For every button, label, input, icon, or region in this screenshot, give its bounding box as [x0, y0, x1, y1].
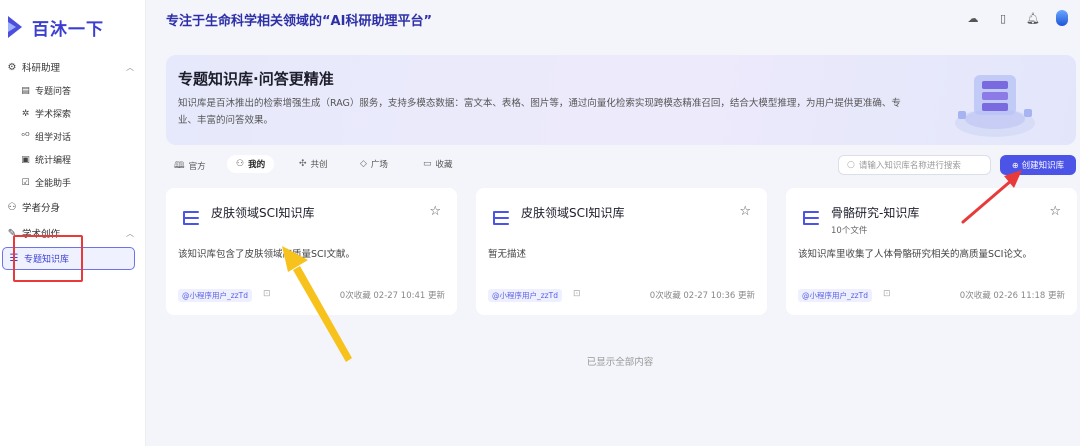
lock-icon: ⊡: [573, 289, 581, 299]
nav-group-research-label: 科研助理: [22, 63, 61, 74]
owner-tag: @小程序用户_zzTd: [178, 289, 252, 302]
bell-icon[interactable]: 🔔︎: [1026, 10, 1040, 26]
page-title: 专注于生命科学相关领域的“AI科研助理平台”: [166, 14, 432, 29]
database-icon: ☰: [9, 253, 19, 264]
sidebar-item-label: 学术探索: [35, 110, 72, 120]
card-meta: 0次收藏 02-27 10:36 更新: [649, 291, 755, 301]
sidebar-item-all-round-assistant[interactable]: ☑ 全能助手: [20, 176, 72, 190]
sidebar-item-omics-chat[interactable]: ᵒᴼ 组学对话: [20, 130, 72, 144]
nav-group-academic-writing-label: 学术创作: [22, 229, 61, 240]
card-title: 皮肤领域SCI知识库: [521, 206, 625, 220]
book-icon: 🕮︎: [174, 161, 185, 171]
user-icon: ⚇: [236, 159, 245, 169]
chat-icon: ᵒᴼ: [21, 131, 30, 142]
tab-label: 共创: [310, 160, 328, 170]
phone-icon[interactable]: ▯: [996, 10, 1010, 26]
banner-description: 知识库是百沐推出的检索增强生成（RAG）服务，支持多模态数据：富文本、表格、图片…: [178, 98, 901, 126]
person-icon: ⚇: [7, 201, 17, 213]
lock-icon: ⊡: [883, 289, 891, 299]
pen-icon: ✎: [7, 227, 17, 239]
tab-label: 官方: [188, 162, 206, 172]
star-icon[interactable]: ☆: [739, 204, 751, 219]
knowledge-base-icon: [803, 211, 819, 225]
cocreate-icon: ✣: [299, 159, 307, 169]
sidebar-item-academic-explore[interactable]: ✲ 学术探索: [20, 107, 72, 121]
header-toolbar: ☁ ▯ 🔔︎: [966, 10, 1068, 26]
knowledge-base-icon: [493, 211, 509, 225]
knowledge-base-icon: [183, 211, 199, 225]
sidebar-item-stat-programming[interactable]: ▣ 统计编程: [20, 153, 72, 167]
tab-square[interactable]: ◇ 广场: [360, 158, 388, 170]
card-meta: 0次收藏 02-27 10:41 更新: [339, 291, 445, 301]
card-title: 皮肤领域SCI知识库: [211, 206, 315, 220]
sidebar: 百沐一下 ⚙ 科研助理 ︿ ▤ 专题问答 ✲ 学术探索 ᵒᴼ 组学对话 ▣ 统计…: [0, 0, 146, 446]
tab-official[interactable]: 🕮︎ 官方: [174, 158, 206, 174]
tab-cocreate[interactable]: ✣ 共创: [299, 158, 328, 170]
logo[interactable]: 百沐一下: [6, 14, 104, 40]
database-illustration-icon: [955, 75, 1035, 137]
document-icon: ▤: [21, 85, 30, 96]
sidebar-item-knowledge-base[interactable]: ☰ 专题知识库: [2, 247, 135, 270]
robot-icon: ⚙: [7, 61, 17, 73]
card-description: 该知识库包含了皮肤领域高质量SCI文献。: [178, 249, 355, 260]
chevron-up-icon[interactable]: ︿: [126, 62, 134, 73]
card-title: 骨骼研究-知识库: [831, 206, 920, 220]
banner-title: 专题知识库·问答更精准: [178, 70, 334, 88]
tab-label: 广场: [370, 160, 388, 170]
star-icon[interactable]: ☆: [1049, 204, 1061, 219]
owner-tag: @小程序用户_zzTd: [488, 289, 562, 302]
nav-group-scholar[interactable]: ⚇ 学者分身: [6, 200, 134, 215]
sidebar-item-label: 全能助手: [35, 179, 72, 189]
star-icon[interactable]: ☆: [429, 204, 441, 219]
sidebar-item-label: 统计编程: [35, 156, 72, 166]
nav-group-academic-writing[interactable]: ✎ 学术创作 ︿: [6, 226, 134, 241]
explore-icon: ✲: [21, 108, 30, 119]
sidebar-item-topic-qa[interactable]: ▤ 专题问答: [20, 84, 72, 98]
tab-mine[interactable]: ⚇ 我的: [227, 155, 275, 173]
nav-group-scholar-label: 学者分身: [22, 203, 61, 214]
code-icon: ▣: [21, 154, 30, 165]
chevron-up-icon[interactable]: ︿: [126, 228, 134, 239]
hero-banner: 专题知识库·问答更精准 知识库是百沐推出的检索增强生成（RAG）服务，支持多模态…: [166, 55, 1076, 145]
end-of-list-note: 已显示全部内容: [586, 357, 654, 368]
tab-label: 收藏: [435, 160, 453, 170]
sidebar-item-label: 组学对话: [35, 133, 72, 143]
bookmark-icon: ▭: [423, 159, 432, 169]
plus-circle-icon: ⊕: [1011, 160, 1019, 170]
knowledge-card[interactable]: 骨骼研究-知识库 10个文件 ☆ 该知识库里收集了人体骨骼研究相关的高质量SCI…: [786, 188, 1077, 315]
avatar[interactable]: [1056, 10, 1068, 26]
owner-tag: @小程序用户_zzTd: [798, 289, 872, 302]
card-description: 该知识库里收集了人体骨骼研究相关的高质量SCI论文。: [798, 249, 1032, 260]
tab-label: 我的: [248, 160, 266, 170]
plaza-icon: ◇: [360, 159, 367, 169]
search-placeholder: 请输入知识库名称进行搜索: [858, 161, 961, 171]
sidebar-item-label: 专题问答: [35, 87, 72, 97]
knowledge-card[interactable]: 皮肤领域SCI知识库 ☆ 该知识库包含了皮肤领域高质量SCI文献。 @小程序用户…: [166, 188, 457, 315]
nav-group-research[interactable]: ⚙ 科研助理 ︿: [6, 60, 134, 75]
create-button-label: 创建知识库: [1021, 161, 1065, 171]
edit-icon: ☑: [21, 177, 30, 188]
search-input[interactable]: ○ 请输入知识库名称进行搜索: [838, 155, 991, 175]
tab-favorites[interactable]: ▭ 收藏: [423, 158, 453, 170]
sidebar-item-label: 专题知识库: [24, 255, 70, 265]
logo-text: 百沐一下: [32, 19, 104, 40]
card-description: 暂无描述: [488, 249, 527, 260]
card-meta: 0次收藏 02-26 11:18 更新: [959, 291, 1065, 301]
create-knowledge-base-button[interactable]: ⊕ 创建知识库: [1000, 155, 1076, 175]
lock-icon: ⊡: [263, 289, 271, 299]
logo-icon: [8, 16, 22, 38]
knowledge-card[interactable]: 皮肤领域SCI知识库 ☆ 暂无描述 @小程序用户_zzTd ⊡ 0次收藏 02-…: [476, 188, 767, 315]
card-subtitle: 10个文件: [831, 226, 868, 236]
search-icon: ○: [847, 160, 855, 170]
cloud-icon[interactable]: ☁: [966, 10, 980, 26]
